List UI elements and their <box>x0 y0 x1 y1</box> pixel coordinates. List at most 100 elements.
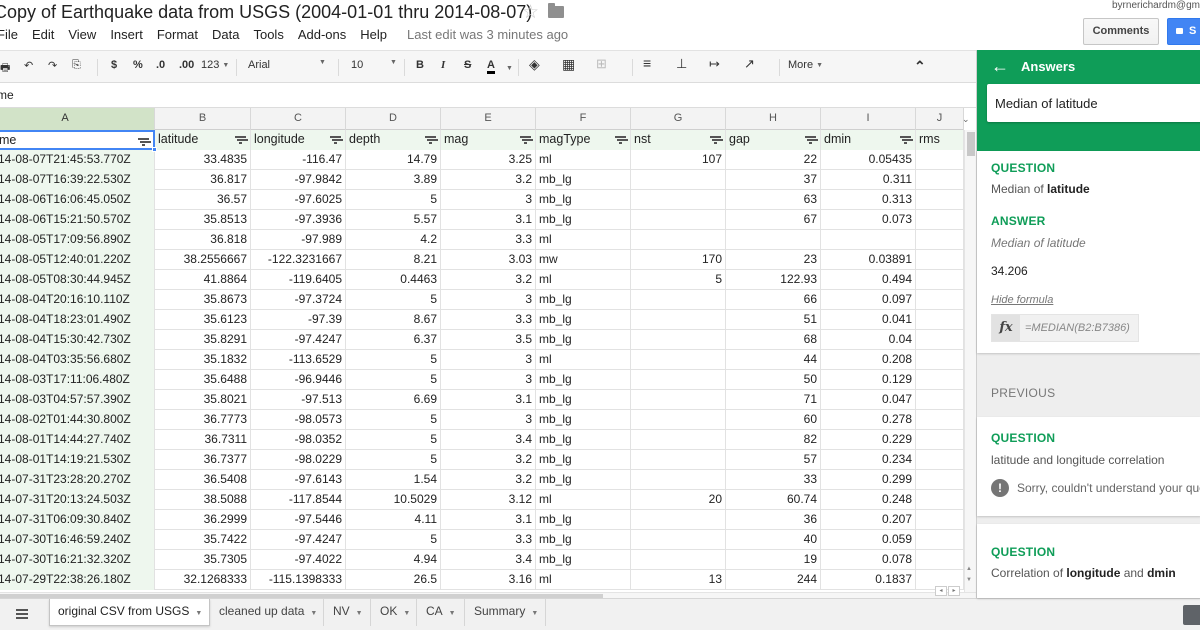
cell[interactable]: 3.16 <box>441 570 536 590</box>
cell[interactable] <box>631 470 726 490</box>
cell[interactable]: 14-08-04T18:23:01.490Z <box>0 310 155 330</box>
cell[interactable] <box>631 550 726 570</box>
filter-icon[interactable] <box>710 136 721 144</box>
print-icon[interactable]: 🖶 <box>0 59 10 78</box>
cell[interactable]: 0.04 <box>821 330 916 350</box>
spreadsheet-grid[interactable]: ABCDEFGHIJ me latitude longitude depth mag ma… <box>0 108 964 592</box>
cell[interactable]: 3 <box>441 350 536 370</box>
cell[interactable] <box>631 510 726 530</box>
cell[interactable]: 0.078 <box>821 550 916 570</box>
menu-insert[interactable]: Insert <box>110 27 143 45</box>
cell[interactable]: 3 <box>441 290 536 310</box>
scroll-right-arrow-icon[interactable]: ▸ <box>948 586 960 596</box>
cell[interactable]: 0.248 <box>821 490 916 510</box>
cell[interactable] <box>916 550 964 570</box>
cell[interactable] <box>631 430 726 450</box>
chevron-down-icon[interactable]: ▼ <box>506 65 513 72</box>
cell[interactable]: 33 <box>726 470 821 490</box>
cell[interactable]: 33.4835 <box>155 150 251 170</box>
cell[interactable]: 36.7773 <box>155 410 251 430</box>
header-cell[interactable]: depth <box>346 130 441 150</box>
cell[interactable]: 35.6488 <box>155 370 251 390</box>
cell[interactable]: 6.69 <box>346 390 441 410</box>
cell[interactable]: 14-08-03T04:57:57.390Z <box>0 390 155 410</box>
header-cell[interactable]: dmin <box>821 130 916 150</box>
chevron-down-icon[interactable]: ▼ <box>310 610 317 617</box>
column-header-a[interactable]: A <box>0 108 155 130</box>
column-header-g[interactable]: G <box>631 108 726 130</box>
cell[interactable]: 3.2 <box>441 450 536 470</box>
cell[interactable]: -119.6405 <box>251 270 346 290</box>
tab-cleaned-up-data[interactable]: cleaned up data ▼ <box>211 599 324 626</box>
cell[interactable] <box>916 470 964 490</box>
cell[interactable] <box>631 350 726 370</box>
column-header-h[interactable]: H <box>726 108 821 130</box>
cell[interactable]: 36.2999 <box>155 510 251 530</box>
merge-cells-icon[interactable]: ⊞ <box>596 56 607 72</box>
italic-button[interactable]: I <box>441 59 445 71</box>
cell[interactable]: 0.097 <box>821 290 916 310</box>
cell[interactable]: mw <box>536 250 631 270</box>
cell[interactable] <box>916 430 964 450</box>
cell[interactable]: 0.03891 <box>821 250 916 270</box>
cell[interactable]: 0.129 <box>821 370 916 390</box>
cell[interactable]: 14-07-31T06:09:30.840Z <box>0 510 155 530</box>
cell[interactable]: 5 <box>346 370 441 390</box>
cell[interactable] <box>631 290 726 310</box>
chevron-down-icon[interactable]: ⌄ <box>962 114 970 125</box>
cell[interactable]: -98.0352 <box>251 430 346 450</box>
cell[interactable]: mb_lg <box>536 550 631 570</box>
cell[interactable]: ml <box>536 350 631 370</box>
tab-nv[interactable]: NV ▼ <box>325 599 371 626</box>
cell[interactable]: 14-08-06T16:06:45.050Z <box>0 190 155 210</box>
percent-format-button[interactable]: % <box>133 59 143 71</box>
cell[interactable] <box>916 370 964 390</box>
cell[interactable]: 5 <box>346 450 441 470</box>
cell[interactable]: 37 <box>726 170 821 190</box>
cell[interactable]: 5.57 <box>346 210 441 230</box>
cell[interactable]: 3.5 <box>441 330 536 350</box>
cell[interactable]: 36.7377 <box>155 450 251 470</box>
cell[interactable]: mb_lg <box>536 330 631 350</box>
cell[interactable]: 0.4463 <box>346 270 441 290</box>
cell[interactable]: 32.1268333 <box>155 570 251 590</box>
all-sheets-menu-icon[interactable] <box>16 609 28 619</box>
cell[interactable]: -97.989 <box>251 230 346 250</box>
cell[interactable]: 40 <box>726 530 821 550</box>
document-title[interactable]: Copy of Earthquake data from USGS (2004-… <box>0 2 532 23</box>
cell[interactable]: 14-08-04T03:35:56.680Z <box>0 350 155 370</box>
cell[interactable]: 14-08-05T12:40:01.220Z <box>0 250 155 270</box>
cell[interactable]: mb_lg <box>536 450 631 470</box>
cell[interactable]: 0.041 <box>821 310 916 330</box>
text-color-button[interactable]: A <box>487 59 495 74</box>
cell[interactable] <box>916 150 964 170</box>
cell[interactable]: 3.2 <box>441 170 536 190</box>
cell[interactable]: -113.6529 <box>251 350 346 370</box>
cell[interactable] <box>916 170 964 190</box>
cell[interactable]: 35.6123 <box>155 310 251 330</box>
cell[interactable]: 5 <box>346 410 441 430</box>
cell[interactable]: mb_lg <box>536 290 631 310</box>
cell[interactable]: mb_lg <box>536 530 631 550</box>
cell[interactable]: 20 <box>631 490 726 510</box>
cell[interactable]: 3 <box>441 370 536 390</box>
cell[interactable]: 57 <box>726 450 821 470</box>
text-rotation-icon[interactable]: ↗ <box>744 56 755 72</box>
cell[interactable]: 38.2556667 <box>155 250 251 270</box>
cell[interactable]: 35.7305 <box>155 550 251 570</box>
cell[interactable]: 14-08-01T14:19:21.530Z <box>0 450 155 470</box>
previous-answer-card[interactable]: QUESTION Correlation of longitude and dm… <box>977 524 1200 598</box>
cell[interactable]: 170 <box>631 250 726 270</box>
cell[interactable] <box>631 450 726 470</box>
cell[interactable]: -97.6025 <box>251 190 346 210</box>
comments-button[interactable]: Comments <box>1083 18 1159 45</box>
cell[interactable]: 3.3 <box>441 230 536 250</box>
cell[interactable] <box>916 290 964 310</box>
cell[interactable] <box>916 450 964 470</box>
filter-icon[interactable] <box>235 136 246 144</box>
decrease-decimal-button[interactable]: .0 <box>156 59 165 71</box>
cell[interactable]: 14-08-01T14:44:27.740Z <box>0 430 155 450</box>
filter-icon[interactable] <box>425 136 436 144</box>
cell[interactable]: 0.234 <box>821 450 916 470</box>
chevron-down-icon[interactable]: ▼ <box>531 610 538 617</box>
